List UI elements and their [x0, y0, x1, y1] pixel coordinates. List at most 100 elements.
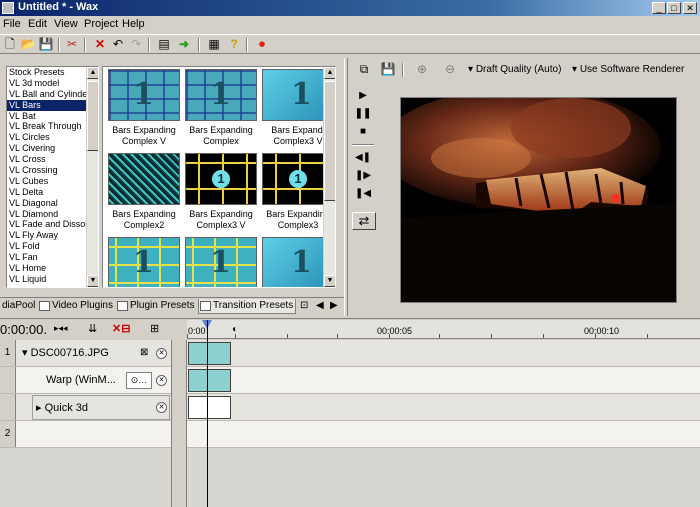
transition-thumbnail[interactable]: 1 Bars Expanding Complex3 V — [182, 153, 260, 230]
scroll-down-icon[interactable]: ▼ — [87, 275, 98, 287]
effect-settings-button[interactable]: ⊙… — [126, 372, 152, 389]
timecode-mode-icon[interactable]: ▸◂◂ — [54, 323, 68, 334]
new-file-icon[interactable]: 🗋 — [2, 37, 18, 53]
open-folder-icon[interactable]: 📂 — [20, 37, 36, 53]
scroll-up-icon[interactable]: ▲ — [87, 67, 98, 79]
preset-item[interactable]: VL Circles — [7, 132, 87, 143]
loop-end-marker-icon[interactable]: ◖ — [231, 324, 237, 335]
panel-splitter[interactable] — [344, 58, 348, 316]
renderer-dropdown[interactable]: ▾ Use Software Renderer — [572, 64, 684, 75]
presets-list[interactable]: Stock Presets VL 3d model VL Ball and Cyli… — [6, 66, 99, 288]
undo-icon[interactable]: ↶ — [110, 37, 126, 53]
delete-icon[interactable]: ✕ — [92, 37, 108, 53]
loop-icon[interactable]: ⇄ — [352, 212, 376, 230]
menu-edit[interactable]: Edit — [28, 18, 47, 30]
tab-transition-presets[interactable]: Transition Presets — [198, 299, 296, 314]
preset-item[interactable]: Stock Presets — [7, 67, 87, 78]
scroll-thumb[interactable] — [87, 81, 98, 151]
track-settings-icon[interactable]: ⊞ — [150, 322, 159, 335]
step-back-icon[interactable]: ◀❚ — [352, 150, 374, 166]
preset-item[interactable]: VL Diagonal — [7, 198, 87, 209]
effect-row[interactable]: ▸ Quick 3d — [36, 401, 88, 414]
transition-thumbnail[interactable]: 1 Bars Expanding Complex V — [105, 69, 183, 146]
remove-track-icon[interactable]: ✕ — [156, 348, 167, 359]
go-start-icon[interactable]: ❚◀ — [352, 186, 374, 202]
menu-help[interactable]: Help — [122, 18, 145, 30]
preset-item[interactable]: VL Diamond — [7, 209, 87, 220]
clip-quick3d-effect[interactable] — [188, 396, 231, 419]
remove-effect-icon[interactable]: ✕ — [156, 375, 167, 386]
remove-effect-icon[interactable]: ✕ — [156, 402, 167, 413]
timeline-ruler[interactable]: 0:00 00:00:05 00:00:10 ◖ — [187, 320, 700, 339]
preset-item[interactable]: VL Liquid — [7, 274, 87, 285]
save-frame-icon[interactable]: 💾 — [380, 62, 396, 78]
delete-track-icon[interactable]: ✕⊟ — [112, 322, 130, 335]
track-effect-quick3d[interactable]: ▸ Quick 3d ✕ — [0, 394, 700, 421]
redo-icon[interactable]: ↷ — [128, 37, 144, 53]
preset-item[interactable]: VL Bat — [7, 111, 87, 122]
tab-plugin-presets[interactable]: Plugin Presets — [116, 299, 194, 314]
track-1-header[interactable]: ▾ DSC00716.JPG — [22, 346, 109, 359]
preset-item[interactable]: VL Civering — [7, 143, 87, 154]
track-name: DSC00716.JPG — [30, 347, 109, 359]
preset-item[interactable]: VL Cross — [7, 154, 87, 165]
tab-mediapool[interactable]: diaPool — [0, 299, 35, 314]
save-icon[interactable]: 💾 — [38, 37, 54, 53]
preset-item[interactable]: VL Cubes — [7, 176, 87, 187]
media-icon[interactable]: ⊠ — [140, 347, 148, 358]
minimize-icon[interactable]: _ — [652, 2, 666, 14]
timeline-divider[interactable] — [171, 340, 187, 507]
export-arrow-icon[interactable]: ➜ — [176, 37, 192, 53]
pause-icon[interactable]: ❚❚ — [352, 106, 374, 122]
render-icon[interactable]: ▤ — [156, 37, 172, 53]
preset-item[interactable]: VL Fold — [7, 241, 87, 252]
properties-icon[interactable]: ▦ — [206, 37, 222, 53]
transition-thumbnail[interactable]: 1 — [182, 237, 260, 287]
preset-item[interactable]: VL Bars — [7, 99, 87, 111]
track-effect-warp[interactable]: Warp (WinM... ⊙… ✕ — [0, 367, 700, 394]
preset-item[interactable]: VL Fan — [7, 252, 87, 263]
stop-icon[interactable]: ■ — [352, 124, 374, 140]
help-icon[interactable]: ? — [226, 37, 242, 53]
menu-project[interactable]: Project — [84, 18, 118, 30]
presets-scrollbar[interactable]: ▲ ▼ — [86, 67, 98, 287]
thumbnails-scrollbar[interactable]: ▲ ▼ — [323, 67, 335, 287]
tab-video-plugins[interactable]: Video Plugins — [38, 299, 113, 314]
maximize-icon[interactable]: □ — [667, 2, 681, 14]
track-1[interactable]: 1 ▾ DSC00716.JPG ⊠ ✕ — [0, 340, 700, 367]
preset-item[interactable]: VL Ball and Cylinder — [7, 89, 87, 100]
thumbnail-caption: Complex2 — [123, 220, 165, 230]
record-icon[interactable]: ⏺ — [254, 37, 270, 53]
preset-item[interactable]: VL Home — [7, 263, 87, 274]
preset-item[interactable]: VL 3d model — [7, 78, 87, 89]
scroll-down-icon[interactable]: ▼ — [324, 275, 335, 287]
step-forward-icon[interactable]: ❚▶ — [352, 168, 374, 184]
play-icon[interactable]: ▶ — [352, 88, 374, 104]
preset-item[interactable]: VL Delta — [7, 187, 87, 198]
preset-item[interactable]: VL Fade and Dissolve — [7, 219, 87, 230]
preset-item[interactable]: VL Break Through — [7, 121, 87, 132]
scroll-up-icon[interactable]: ▲ — [324, 67, 335, 79]
menu-view[interactable]: View — [54, 18, 78, 30]
zoom-out-icon[interactable]: ⊖ — [442, 62, 458, 78]
snap-icon[interactable]: ⇊ — [88, 322, 97, 335]
transition-thumbnail[interactable]: 1 Bars Expanding Complex — [182, 69, 260, 146]
quality-dropdown[interactable]: ▾ Draft Quality (Auto) — [468, 64, 561, 75]
tab-scroll-left-icon[interactable]: ◀ — [314, 299, 324, 314]
clip-image[interactable] — [188, 342, 231, 365]
scroll-thumb[interactable] — [324, 81, 335, 201]
cut-icon[interactable]: ✂ — [64, 37, 80, 53]
menu-file[interactable]: File — [3, 18, 21, 30]
timeline-empty-area[interactable] — [0, 448, 700, 507]
zoom-in-icon[interactable]: ⊕ — [414, 62, 430, 78]
preset-item[interactable]: VL Fly Away — [7, 230, 87, 241]
transition-thumbnail[interactable]: Bars Expanding Complex2 — [105, 153, 183, 230]
copy-frame-icon[interactable]: ⧉ — [356, 62, 372, 78]
tab-more-icon[interactable]: ⊡ — [298, 299, 308, 314]
close-icon[interactable]: ✕ — [683, 2, 697, 14]
track-2[interactable]: 2 — [0, 421, 700, 448]
transition-thumbnail[interactable]: 1 — [105, 237, 183, 287]
preset-item[interactable]: VL Crossing — [7, 165, 87, 176]
tab-scroll-right-icon[interactable]: ▶ — [328, 299, 338, 314]
clip-warp-effect[interactable] — [188, 369, 231, 392]
